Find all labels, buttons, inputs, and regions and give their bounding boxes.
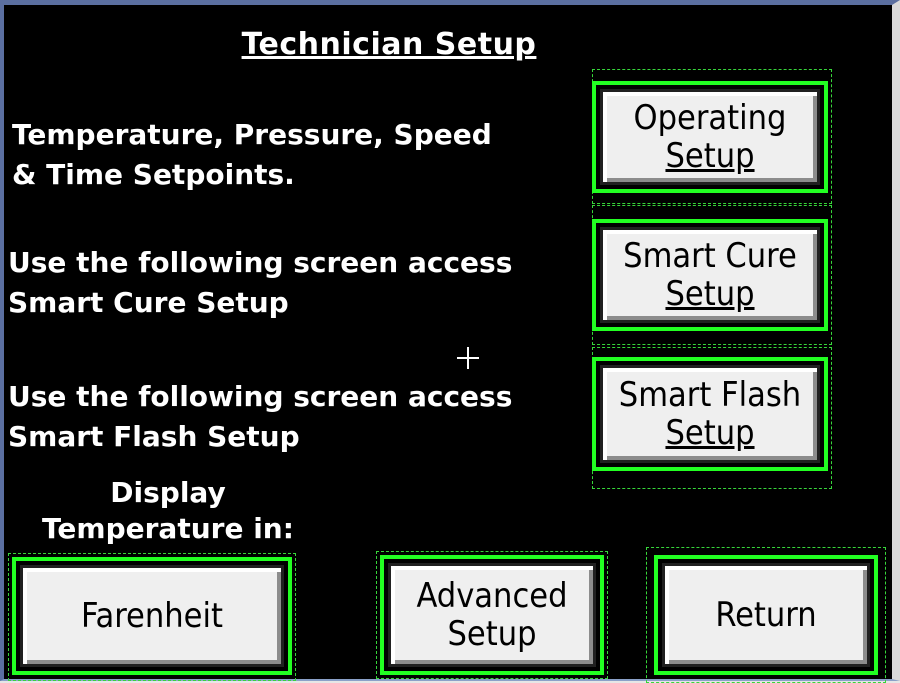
crosshair-cursor-icon [457, 347, 479, 369]
button-label: Operating [633, 98, 787, 138]
button-label: Return [715, 595, 817, 635]
smart-flash-frame: Smart Flash Setup [592, 357, 828, 471]
description-line: Temperature, Pressure, Speed [12, 118, 492, 151]
smart-flash-description: Use the following screen access Smart Fl… [8, 377, 512, 457]
button-label: Setup [665, 274, 755, 314]
operating-setup-description: Temperature, Pressure, Speed & Time Setp… [12, 115, 492, 195]
button-label: Smart Cure [623, 236, 797, 276]
button-label: Smart Flash [618, 375, 802, 415]
label-line: Temperature in: [42, 512, 294, 545]
hmi-screen: Technician Setup Temperature, Pressure, … [0, 0, 900, 683]
page-title: Technician Setup [241, 27, 537, 62]
description-line: Smart Flash Setup [8, 420, 300, 453]
description-line: & Time Setpoints. [12, 158, 295, 191]
label-line: Display [110, 476, 226, 509]
temperature-units-button[interactable]: Farenheit [20, 565, 284, 667]
advanced-setup-frame: Advanced Setup [380, 555, 604, 675]
button-label: Setup [665, 136, 755, 176]
smart-cure-setup-button[interactable]: Smart Cure Setup [600, 227, 820, 323]
operating-setup-frame: Operating Setup [592, 81, 828, 193]
description-line: Use the following screen access [8, 380, 513, 413]
operating-setup-button[interactable]: Operating Setup [600, 89, 820, 185]
description-line: Use the following screen access [8, 246, 513, 279]
return-frame: Return [654, 555, 878, 675]
return-button[interactable]: Return [662, 563, 870, 667]
advanced-setup-button[interactable]: Advanced Setup [388, 563, 596, 667]
display-temperature-label: Display Temperature in: [18, 475, 318, 547]
smart-cure-description: Use the following screen access Smart Cu… [8, 243, 512, 323]
button-label: Setup [665, 413, 755, 453]
units-frame: Farenheit [12, 557, 292, 675]
button-label: Setup [447, 614, 537, 654]
button-label: Farenheit [81, 596, 223, 636]
smart-cure-frame: Smart Cure Setup [592, 219, 828, 331]
smart-flash-setup-button[interactable]: Smart Flash Setup [600, 365, 820, 463]
description-line: Smart Cure Setup [8, 286, 289, 319]
button-label: Advanced [416, 576, 568, 616]
